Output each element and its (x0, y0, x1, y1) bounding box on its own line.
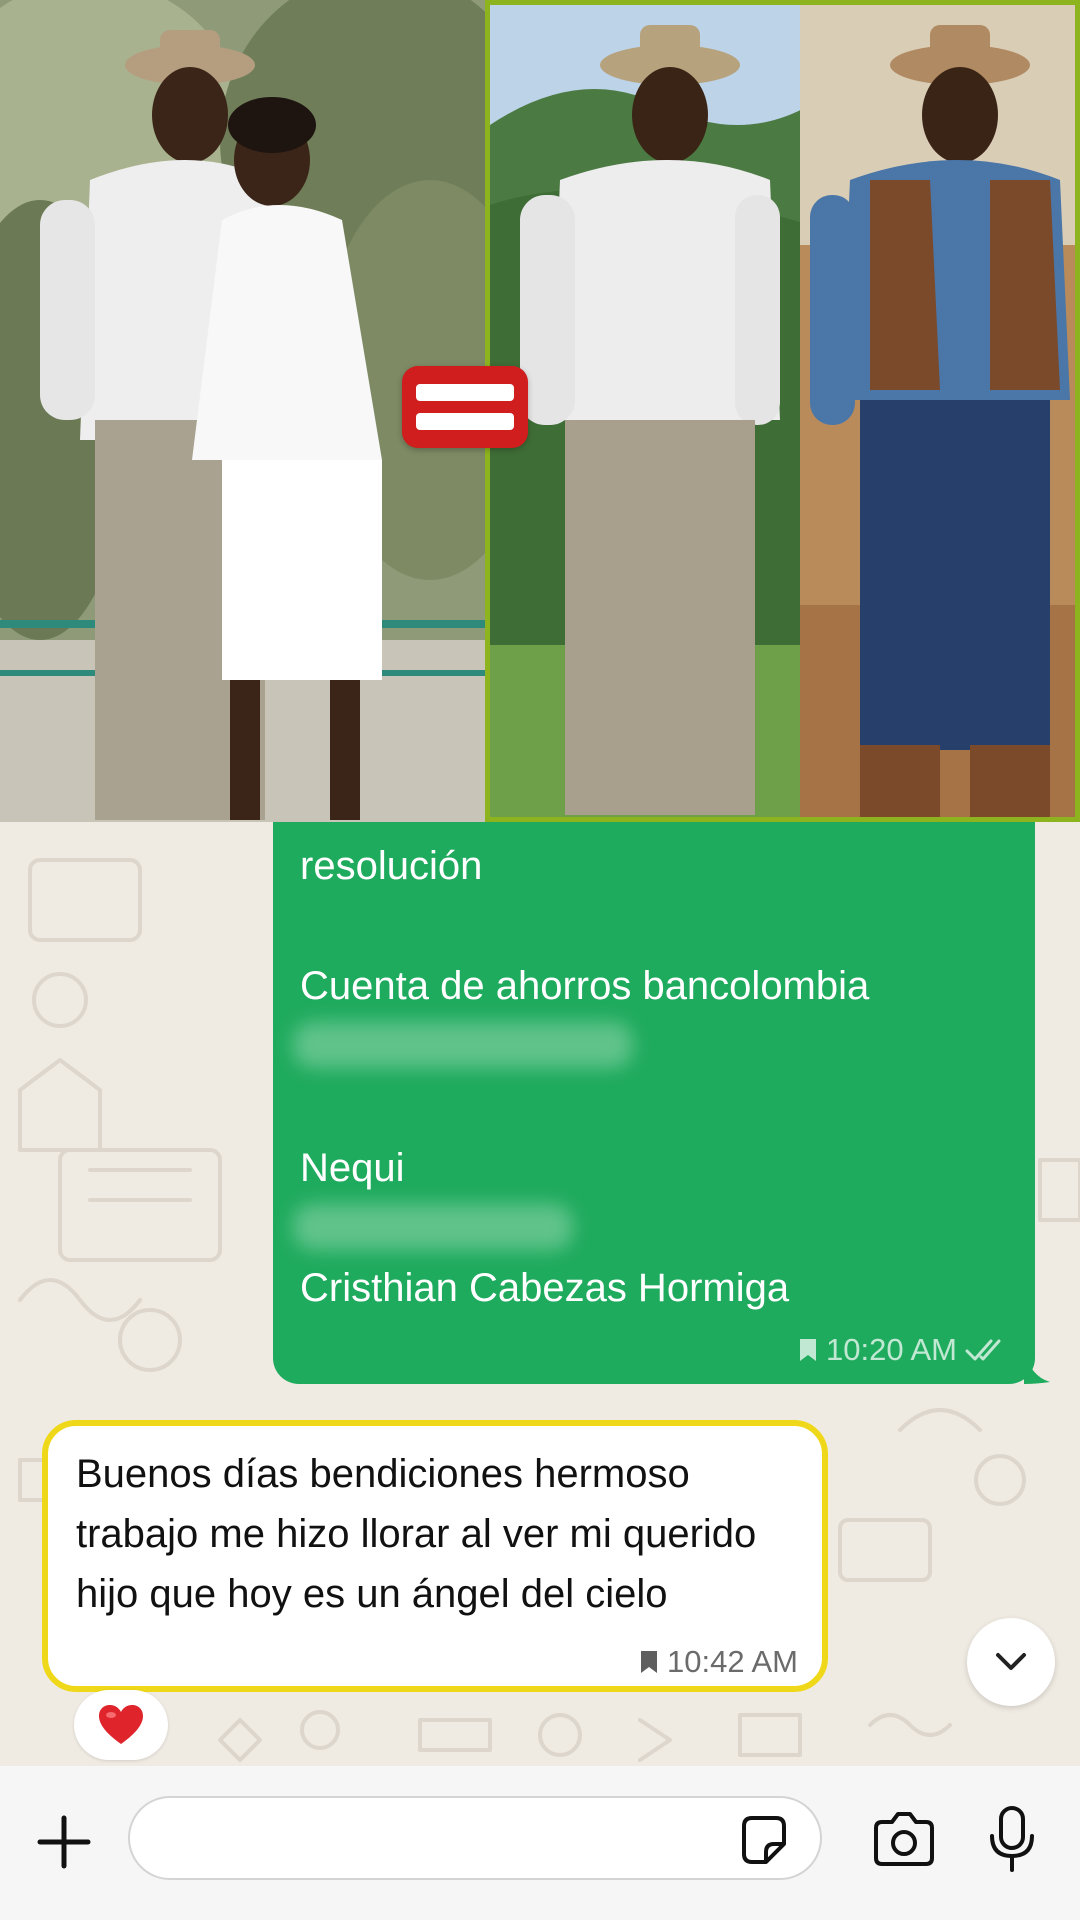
bookmark-icon (641, 1651, 658, 1673)
bubble-tail (1024, 1350, 1050, 1384)
message-line: Nequi (300, 1146, 405, 1190)
outgoing-message-bubble[interactable]: resolución Cuenta de ahorros bancolombia… (273, 822, 1035, 1384)
plus-icon[interactable] (34, 1812, 94, 1872)
equals-badge (402, 366, 528, 448)
message-line: Cristhian Cabezas Hormiga (300, 1266, 790, 1310)
incoming-message-bubble[interactable]: Buenos días bendiciones hermoso trabajo … (42, 1420, 828, 1692)
restored-photo[interactable] (485, 0, 1080, 822)
message-line: Cuenta de ahorros bancolombia (300, 964, 870, 1008)
redacted-phone-number (293, 1204, 573, 1250)
message-meta: 10:20 AM (798, 1332, 1009, 1368)
message-time: 10:20 AM (826, 1332, 957, 1367)
chevron-down-icon (996, 1653, 1026, 1670)
camera-icon[interactable] (870, 1810, 938, 1870)
microphone-icon[interactable] (984, 1804, 1040, 1876)
message-line: resolución (300, 844, 483, 888)
photo-comparison-banner[interactable] (0, 0, 1080, 822)
message-composer (0, 1766, 1080, 1920)
message-text: Buenos días bendiciones hermoso trabajo … (76, 1452, 757, 1616)
scroll-to-bottom-button[interactable] (967, 1618, 1055, 1706)
message-meta: 10:42 AM (639, 1644, 798, 1680)
bookmark-icon (800, 1339, 817, 1361)
redacted-account-number (293, 1022, 633, 1068)
heart-reaction[interactable] (74, 1690, 168, 1760)
double-check-icon (965, 1339, 1001, 1361)
message-time: 10:42 AM (667, 1644, 798, 1679)
heart-icon (99, 1705, 143, 1744)
sticker-icon[interactable] (736, 1812, 792, 1868)
message-input[interactable] (128, 1796, 822, 1880)
